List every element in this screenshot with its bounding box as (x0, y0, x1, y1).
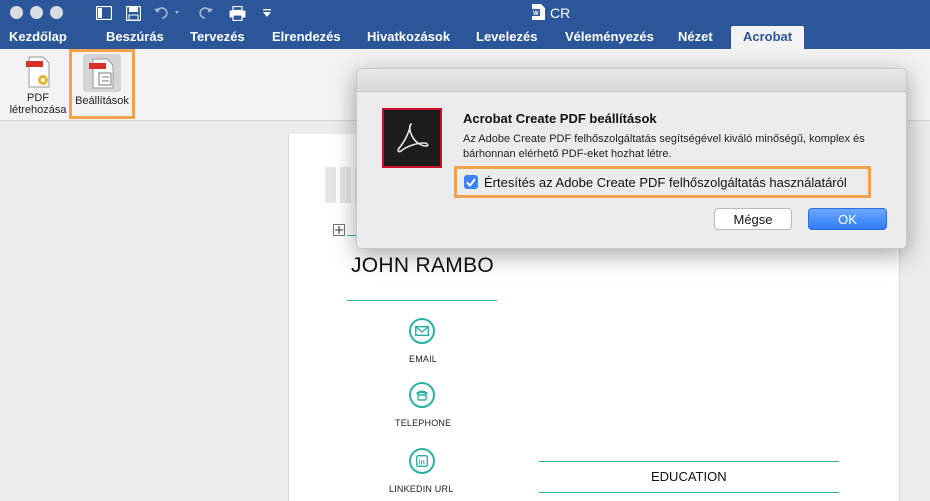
ok-button[interactable]: OK (808, 208, 887, 230)
notification-checkbox[interactable] (464, 175, 478, 189)
tab-review[interactable]: Véleményezés (565, 26, 654, 49)
dialog-description: Az Adobe Create PDF felhőszolgáltatás se… (463, 133, 865, 160)
dialog-titlebar (357, 69, 906, 92)
save-icon[interactable] (123, 3, 143, 23)
tab-view[interactable]: Nézet (678, 26, 713, 49)
title-bar: W CR (0, 0, 930, 26)
zoom-window-button[interactable] (50, 6, 63, 19)
tab-design[interactable]: Tervezés (190, 26, 245, 49)
create-pdf-button[interactable]: PDF létrehozása (8, 53, 68, 116)
document-title: W CR (532, 3, 570, 23)
create-pdf-label-line1: PDF (27, 92, 49, 104)
tab-acrobat[interactable]: Acrobat (731, 26, 805, 49)
email-label: EMAIL (409, 354, 438, 364)
checkmark-icon (466, 177, 476, 187)
svg-text:in: in (419, 459, 425, 466)
svg-text:W: W (533, 11, 539, 17)
resume-name: JOHN RAMBO (351, 254, 495, 277)
dialog-title: Acrobat Create PDF beállítások (463, 111, 657, 126)
acrobat-settings-dialog: Acrobat Create PDF beállítások Az Adobe … (356, 68, 907, 249)
tab-home[interactable]: Kezdőlap (9, 26, 67, 49)
notification-checkbox-label: Értesítés az Adobe Create PDF felhőszolg… (484, 174, 847, 190)
window-title: CR (550, 5, 571, 21)
settings-button[interactable]: Beállítások (69, 49, 135, 119)
divider (347, 300, 497, 301)
linkedin-icon: in (409, 448, 435, 474)
tab-mailings[interactable]: Levelezés (476, 26, 537, 49)
word-document-icon: W (532, 3, 545, 23)
ribbon-tabs: Kezdőlap Beszúrás Tervezés Elrendezés Hi… (0, 26, 930, 49)
telephone-icon (409, 382, 435, 408)
tab-references[interactable]: Hivatkozások (367, 26, 450, 49)
divider (539, 492, 839, 493)
customize-toolbar-icon[interactable] (261, 3, 273, 23)
divider (539, 461, 839, 462)
tab-insert[interactable]: Beszúrás (106, 26, 164, 49)
sidebar-toggle-icon[interactable] (94, 3, 114, 23)
settings-label: Beállítások (75, 95, 129, 107)
undo-icon[interactable] (153, 3, 183, 23)
redo-icon[interactable] (197, 3, 215, 23)
notification-checkbox-row[interactable]: Értesítés az Adobe Create PDF felhőszolg… (454, 166, 871, 198)
minimize-window-button[interactable] (30, 6, 43, 19)
create-pdf-label-line2: létrehozása (9, 104, 67, 116)
telephone-label: TELEPHONE (395, 418, 452, 428)
settings-icon (83, 54, 121, 92)
adobe-acrobat-icon (382, 108, 442, 168)
tab-layout[interactable]: Elrendezés (272, 26, 341, 49)
cancel-button[interactable]: Mégse (714, 208, 792, 230)
email-icon (409, 318, 435, 344)
close-window-button[interactable] (10, 6, 23, 19)
table-move-handle-icon[interactable] (333, 224, 345, 236)
linkedin-label: LINKEDIN URL (389, 484, 454, 494)
create-pdf-icon (23, 53, 53, 92)
education-heading: EDUCATION (651, 469, 727, 484)
print-icon[interactable] (227, 3, 247, 23)
